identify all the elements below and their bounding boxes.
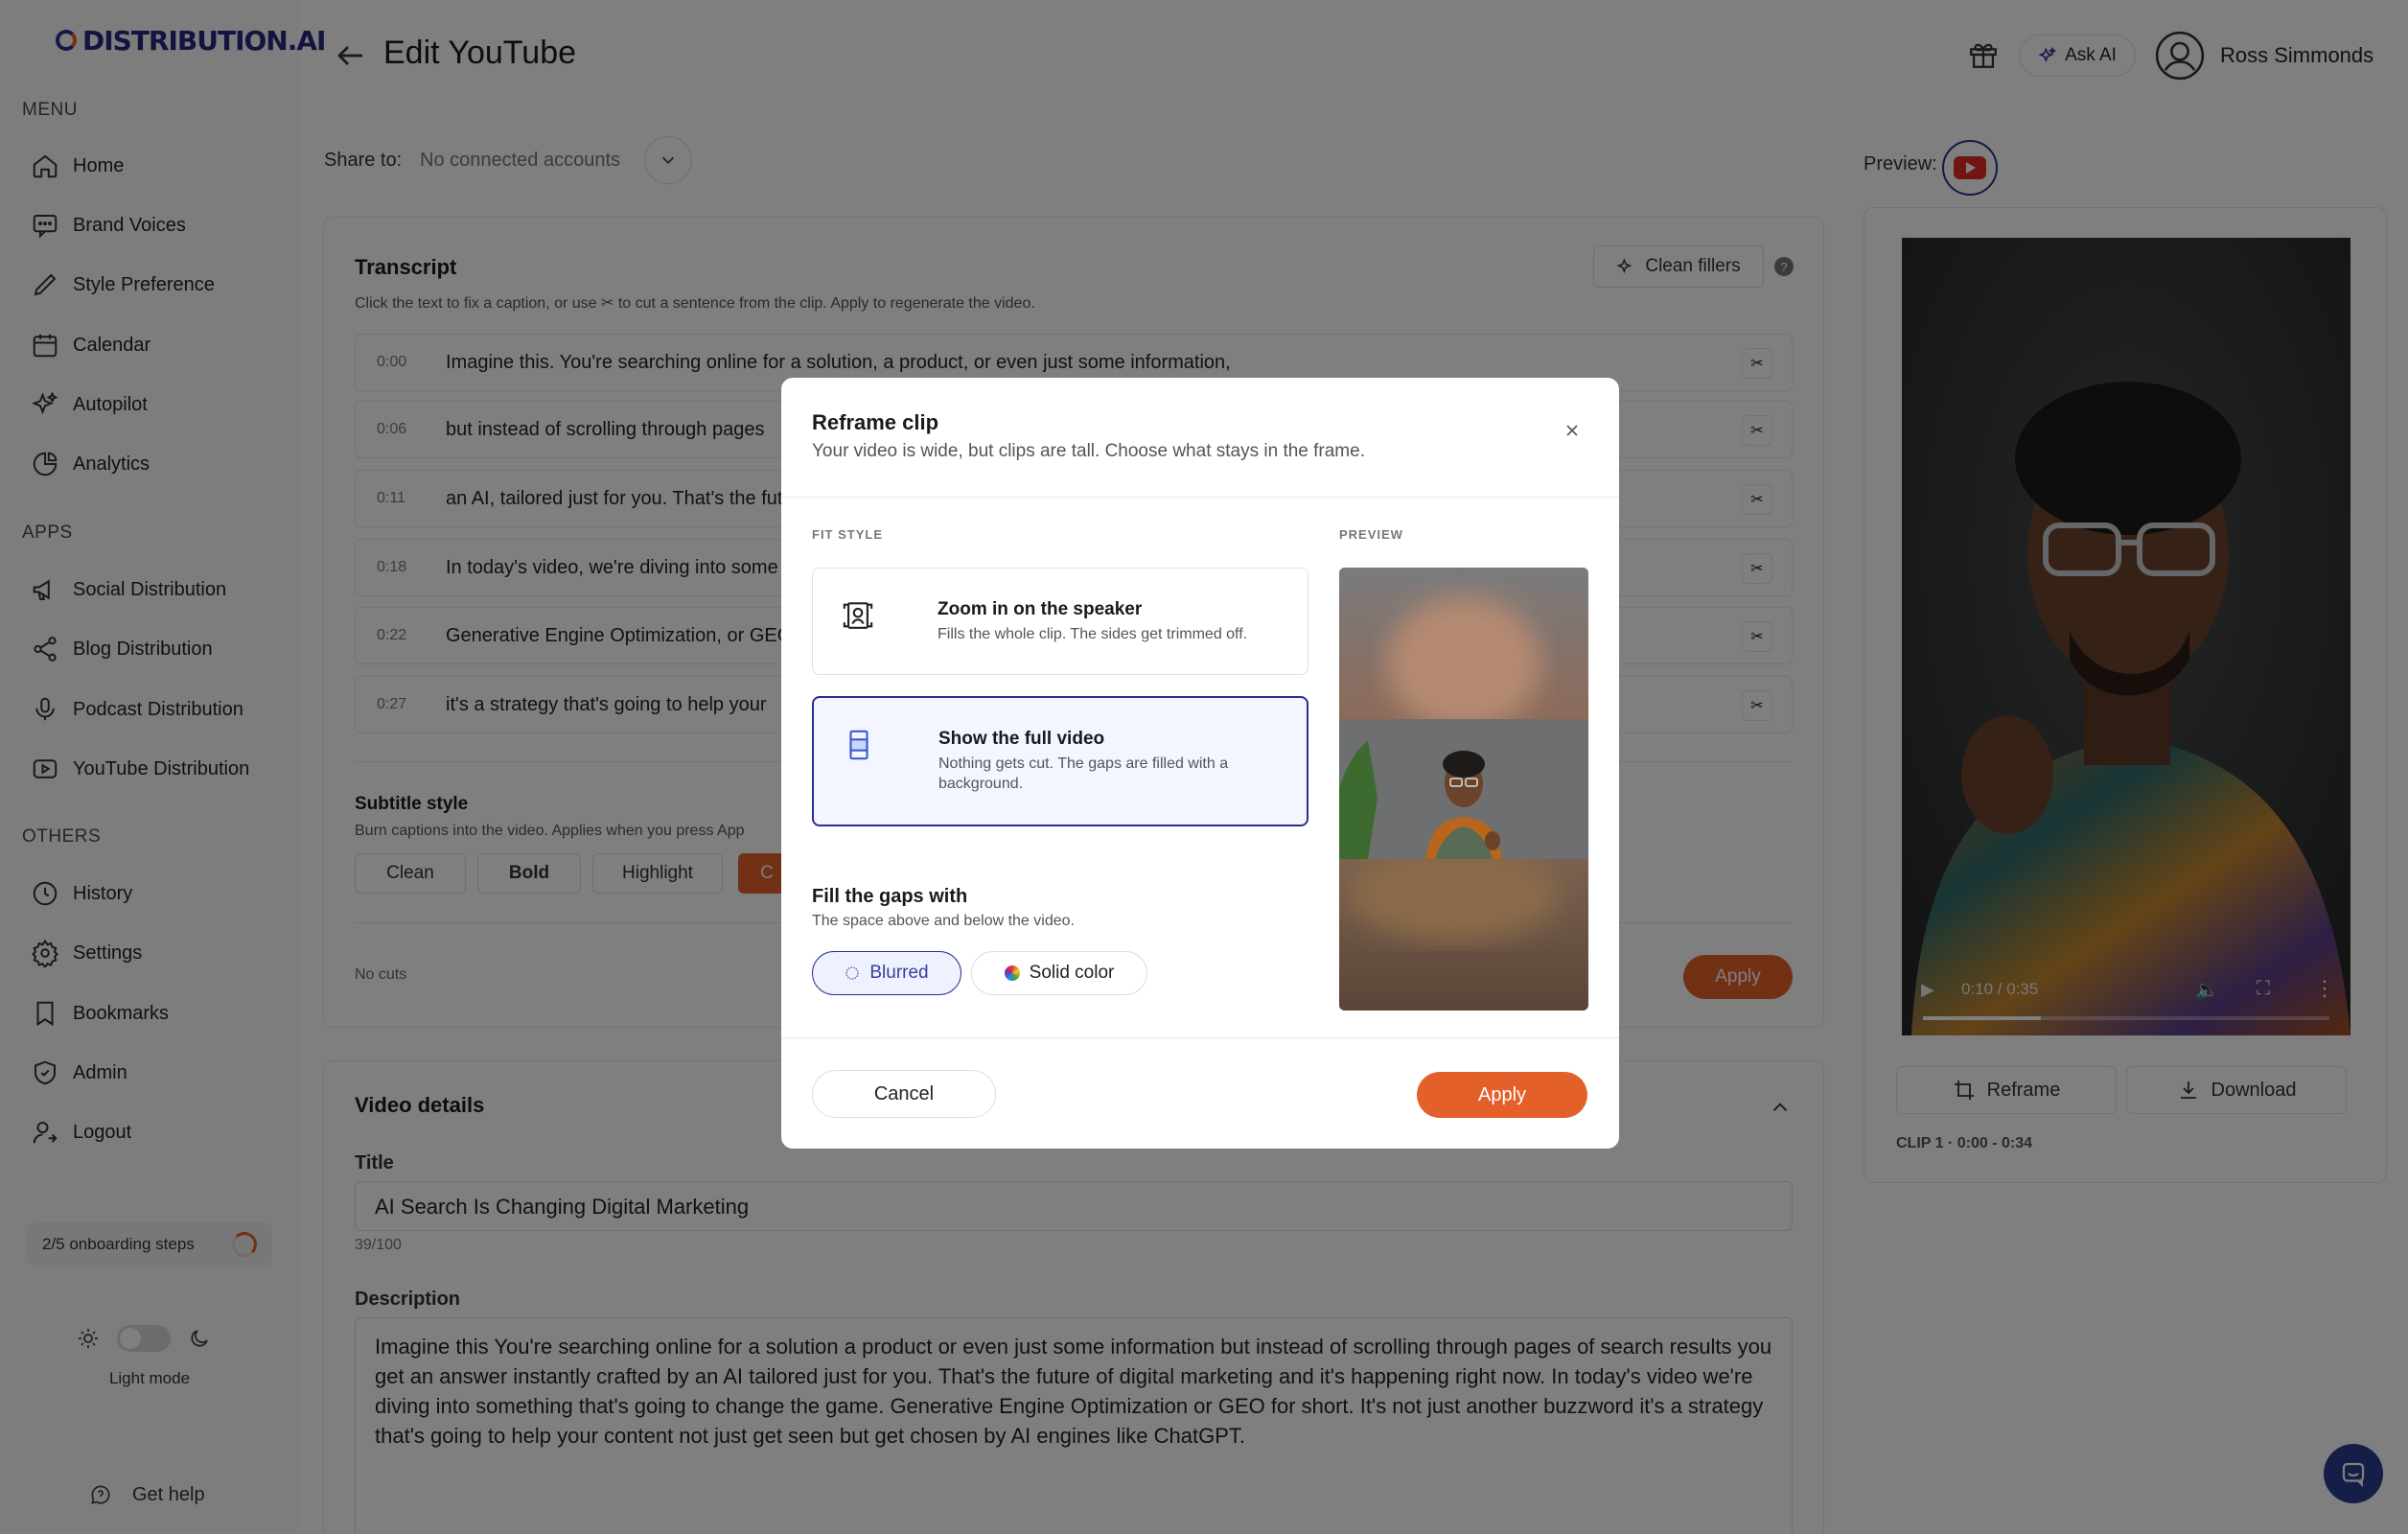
option-zoom-speaker[interactable]: Zoom in on the speaker Fills the whole c… xyxy=(812,568,1308,675)
close-button[interactable] xyxy=(1558,416,1586,445)
option-title: Show the full video xyxy=(938,729,1105,749)
blur-icon xyxy=(845,966,860,980)
color-wheel-icon xyxy=(1004,965,1020,981)
apply-button[interactable]: Apply xyxy=(1417,1072,1587,1118)
fill-solid-color-label: Solid color xyxy=(1029,963,1115,983)
fill-gaps-subtitle: The space above and below the video. xyxy=(812,913,1075,929)
full-video-icon xyxy=(849,730,868,760)
cancel-button[interactable]: Cancel xyxy=(812,1070,996,1118)
option-title: Zoom in on the speaker xyxy=(938,599,1143,619)
dialog-subtitle: Your video is wide, but clips are tall. … xyxy=(812,441,1365,461)
close-icon xyxy=(1566,425,1578,436)
fill-blurred-button[interactable]: Blurred xyxy=(812,951,961,995)
reframe-preview xyxy=(1339,568,1588,1011)
preview-caption: PREVIEW xyxy=(1339,527,1403,542)
fill-solid-color-button[interactable]: Solid color xyxy=(971,951,1147,995)
divider xyxy=(781,497,1619,498)
fit-style-caption: FIT STYLE xyxy=(812,527,883,542)
fill-blurred-label: Blurred xyxy=(869,963,929,983)
divider xyxy=(781,1037,1619,1038)
option-description: Nothing gets cut. The gaps are filled wi… xyxy=(938,755,1229,792)
reframe-clip-dialog: Reframe clip Your video is wide, but cli… xyxy=(781,378,1619,1149)
zoom-speaker-icon xyxy=(843,602,873,629)
dialog-title: Reframe clip xyxy=(812,410,939,434)
reframe-preview-image xyxy=(1339,568,1588,1011)
option-description: Fills the whole clip. The sides get trim… xyxy=(938,626,1248,642)
fill-gaps-title: Fill the gaps with xyxy=(812,886,968,907)
option-full-video[interactable]: Show the full video Nothing gets cut. Th… xyxy=(812,696,1308,826)
